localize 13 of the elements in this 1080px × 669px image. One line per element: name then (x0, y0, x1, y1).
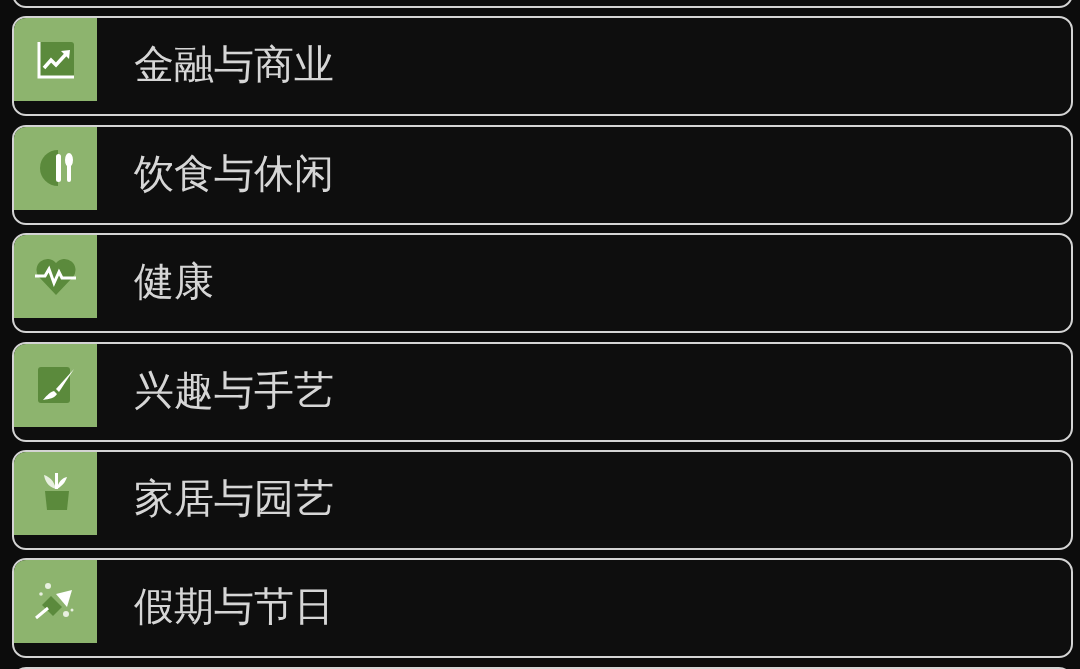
category-item[interactable]: 家居与园艺 (12, 449, 1073, 550)
category-item[interactable]: 饮食与休闲 (12, 124, 1073, 225)
category-label: 兴趣与手艺 (134, 365, 334, 414)
category-item[interactable]: 金融与商业 (12, 16, 1073, 117)
category-item[interactable]: 假期与节日 (12, 558, 1073, 659)
heart-pulse-icon (33, 256, 78, 297)
category-label: 饮食与休闲 (134, 148, 334, 197)
category-item[interactable]: 健康 (12, 233, 1073, 334)
category-label: 家居与园艺 (134, 473, 334, 522)
category-label: 金融与商业 (134, 40, 334, 89)
category-item[interactable]: 兴趣与手艺 (12, 341, 1073, 442)
category-label: 健康 (134, 257, 214, 306)
category-label: 假期与节日 (134, 582, 334, 631)
